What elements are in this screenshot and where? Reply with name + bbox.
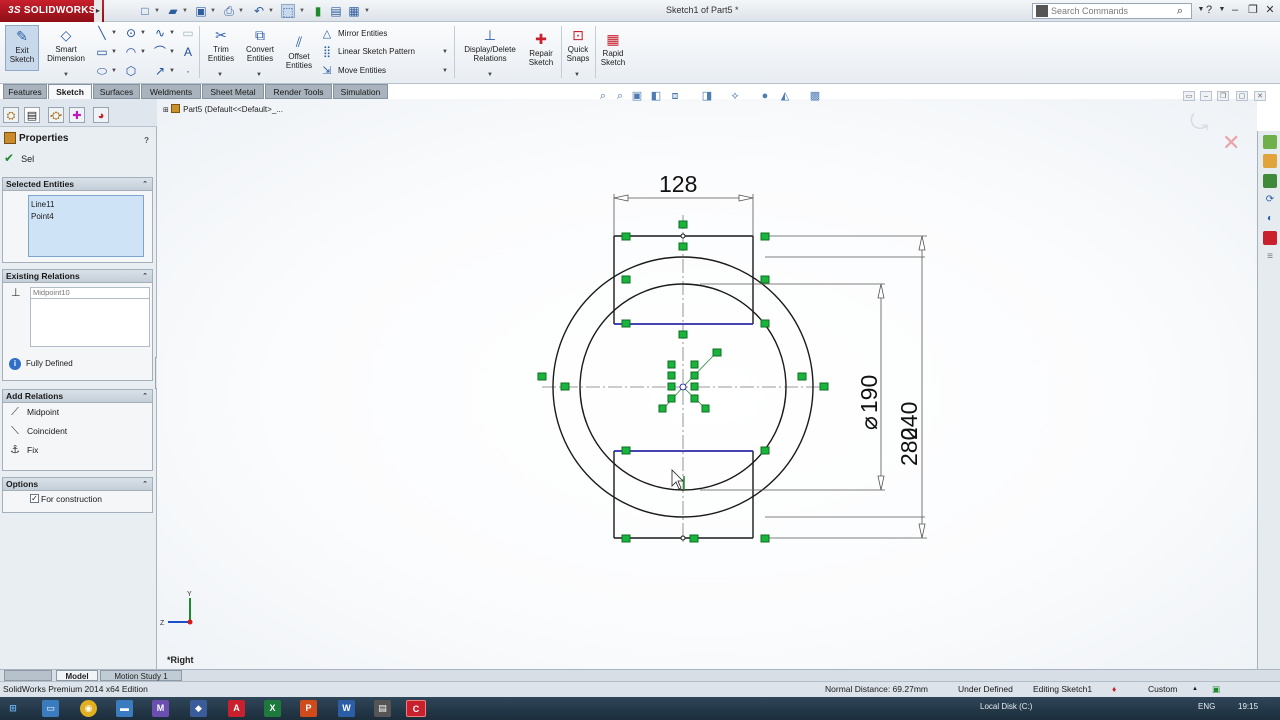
relation-marker[interactable]	[678, 242, 688, 251]
sketch-origin-point[interactable]	[679, 383, 687, 391]
design-library-icon[interactable]	[1263, 154, 1277, 168]
relation-marker[interactable]	[621, 446, 631, 455]
relation-marker[interactable]	[537, 372, 547, 381]
view-palette-icon[interactable]: ⟳	[1263, 193, 1277, 207]
dimension-arrow	[613, 194, 629, 202]
mouse-pointer-icon	[671, 469, 684, 490]
diameter-dimension[interactable]: 190	[856, 375, 882, 413]
relation-marker[interactable]	[701, 404, 710, 413]
explorer-icon[interactable]: ▭	[42, 700, 59, 717]
forum-icon[interactable]: ≡	[1263, 250, 1277, 264]
relation-marker[interactable]	[678, 220, 688, 229]
relation-marker[interactable]	[621, 534, 631, 543]
app-icon[interactable]: ▤	[374, 700, 391, 717]
relation-marker[interactable]	[760, 319, 770, 328]
diameter-symbol: ⌀	[856, 416, 882, 430]
acrobat-icon[interactable]: A	[228, 700, 245, 717]
file-explorer-icon[interactable]	[1263, 174, 1277, 188]
solidworks-resources-icon[interactable]	[1263, 135, 1277, 149]
app-icon[interactable]: ◆	[190, 700, 207, 717]
normal-distance: Normal Distance: 69.27mm	[825, 684, 928, 694]
custom-properties-icon[interactable]	[1263, 231, 1277, 245]
windows-taskbar: ⊞ ▭ ◉ ▬ M ◆ A X P W ▤ C Local Disk (C:) …	[0, 697, 1280, 720]
relation-marker[interactable]	[760, 446, 770, 455]
relation-marker[interactable]	[797, 372, 807, 381]
relation-marker[interactable]	[667, 382, 676, 391]
powerpoint-icon[interactable]: P	[300, 700, 317, 717]
view-orientation-label: *Right	[167, 655, 194, 665]
relation-marker[interactable]	[690, 394, 699, 403]
relation-marker[interactable]	[621, 275, 631, 284]
appearances-icon[interactable]: ◐	[1263, 212, 1277, 226]
chrome-icon[interactable]: ◉	[80, 700, 97, 717]
relation-marker[interactable]	[621, 319, 631, 328]
total-dimension[interactable]: 280	[896, 428, 922, 466]
dimension-arrow	[738, 194, 754, 202]
sketch-point[interactable]	[680, 233, 686, 239]
total-dimension-group[interactable]: 280	[896, 428, 922, 466]
solidworks-taskbar-icon[interactable]: C	[406, 700, 426, 717]
relation-leader	[682, 352, 717, 388]
bottom-tabs: Model Motion Study 1	[0, 669, 1280, 681]
sketch-endpoints	[679, 233, 687, 541]
relation-marker[interactable]	[690, 371, 699, 380]
relation-marker[interactable]	[690, 382, 699, 391]
width-dimension[interactable]: 128	[659, 171, 697, 197]
sketch-point[interactable]	[680, 535, 686, 541]
z-axis-label: Z	[160, 620, 165, 627]
relation-marker[interactable]	[712, 348, 722, 357]
quick-tips-icon[interactable]: ▣	[1212, 682, 1220, 697]
relation-marker[interactable]	[667, 394, 676, 403]
relation-marker[interactable]	[621, 232, 631, 241]
relation-marker[interactable]	[760, 534, 770, 543]
relation-marker[interactable]	[658, 404, 667, 413]
sketch-drawing: 128 ⌀190 240 280 Y Z	[160, 171, 927, 627]
units-selector[interactable]: Custom	[1148, 682, 1177, 697]
svg-text:⌀190: ⌀ 190	[856, 375, 882, 430]
tray-language[interactable]: ENG	[1198, 702, 1215, 711]
relation-marker[interactable]	[819, 382, 829, 391]
rebuild-status-icon[interactable]: ♦	[1112, 682, 1116, 697]
chevron-up-icon[interactable]: ▲	[1192, 682, 1198, 697]
y-axis-label: Y	[187, 591, 192, 598]
relation-marker[interactable]	[560, 382, 570, 391]
relation-marker[interactable]	[678, 330, 688, 339]
app-icon[interactable]: M	[152, 700, 169, 717]
dimension-arrow	[918, 523, 926, 539]
task-pane: ⟳ ◐ ≡	[1257, 131, 1280, 669]
editing-status: Editing Sketch1	[1033, 684, 1093, 694]
relation-marker[interactable]	[667, 371, 676, 380]
relation-marker[interactable]	[760, 232, 770, 241]
tab-scroll-arrows[interactable]	[4, 670, 52, 681]
word-icon[interactable]: W	[338, 700, 355, 717]
tab-motion-study[interactable]: Motion Study 1	[100, 670, 182, 681]
tray-clock[interactable]: 19:15	[1238, 702, 1258, 711]
diameter-dimension-group[interactable]: ⌀ 190	[856, 375, 882, 430]
definition-status: Under Defined	[958, 684, 1013, 694]
excel-icon[interactable]: X	[264, 700, 281, 717]
triad-origin	[187, 619, 193, 625]
dimension-arrow	[877, 283, 885, 299]
relation-marker[interactable]	[690, 360, 699, 369]
status-bar: SolidWorks Premium 2014 x64 Edition Norm…	[0, 681, 1280, 697]
dimension-arrow	[877, 475, 885, 491]
tab-model[interactable]: Model	[56, 670, 98, 681]
relation-marker[interactable]	[760, 275, 770, 284]
tray-drive-label[interactable]: Local Disk (C:)	[980, 702, 1032, 711]
relation-marker[interactable]	[689, 534, 699, 543]
dimension-arrow	[918, 235, 926, 251]
windows-start-icon[interactable]: ⊞	[4, 700, 22, 717]
edition-text: SolidWorks Premium 2014 x64 Edition	[3, 684, 148, 694]
relation-marker[interactable]	[667, 360, 676, 369]
folder-icon[interactable]: ▬	[116, 700, 133, 717]
